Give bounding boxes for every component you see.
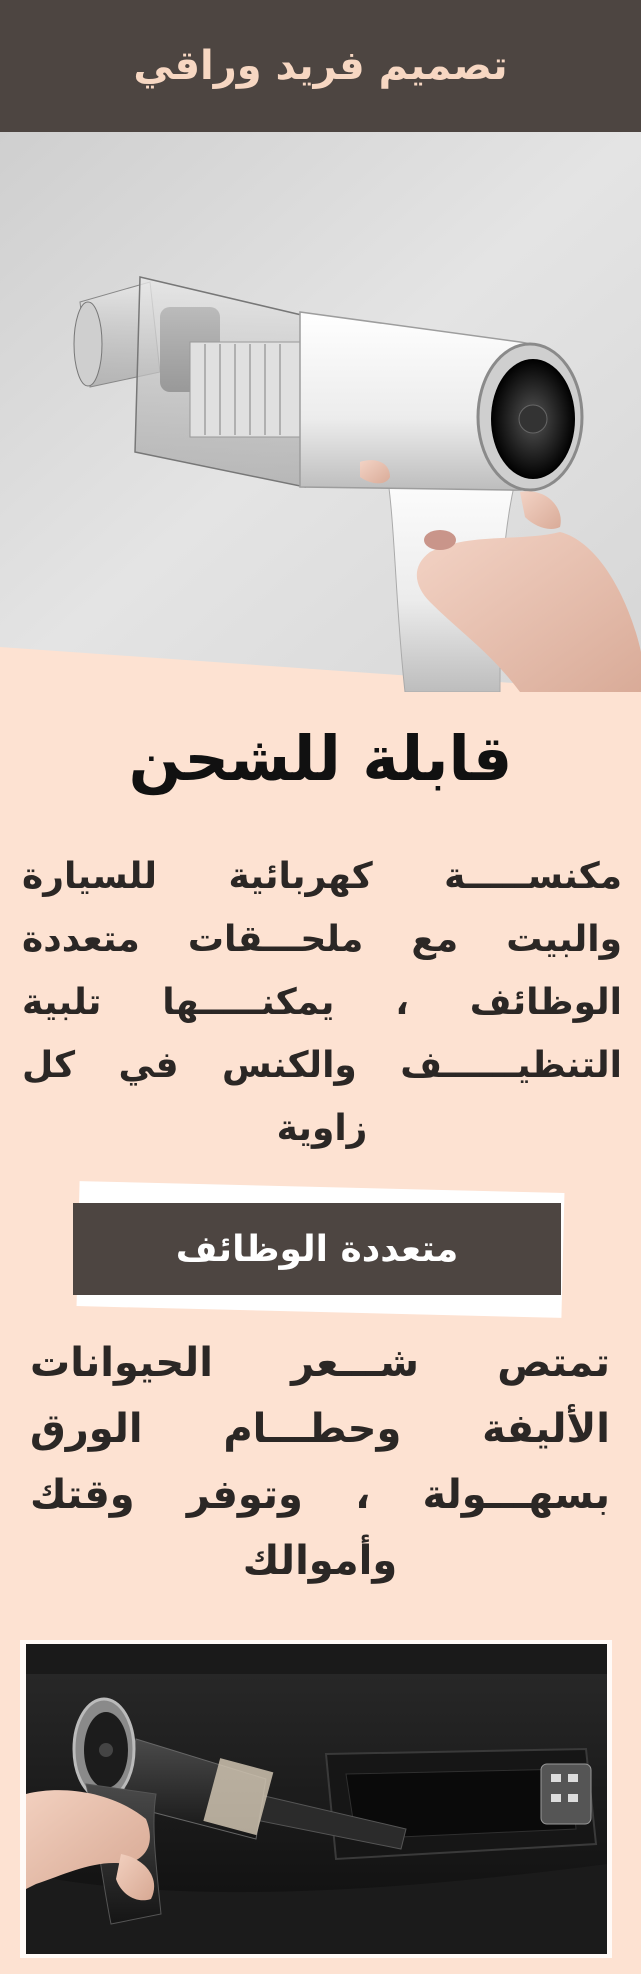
section-heading-rechargeable: قابلة للشحن bbox=[128, 722, 513, 795]
feature-banner-label: متعددة الوظائف bbox=[175, 1228, 459, 1270]
car-usage-photo bbox=[26, 1644, 607, 1954]
hero-product-image bbox=[0, 132, 641, 692]
features-description: تمتص شـــعر الحيوانات الأليفة وحطـــام ا… bbox=[30, 1340, 610, 1584]
top-banner-title: تصميم فريد وراقي bbox=[133, 43, 508, 89]
product-page: تصميم فريد وراقي قابلة للشحن مكنســـــة … bbox=[0, 0, 641, 1974]
car-door-vacuum-illustration bbox=[26, 1644, 607, 1954]
top-banner: تصميم فريد وراقي bbox=[0, 0, 641, 132]
section-description: مكنســـــة كهربائية للسيارة والبيت مع مل… bbox=[22, 856, 622, 1149]
feature-banner: متعددة الوظائف bbox=[73, 1203, 561, 1295]
vacuum-hero-illustration bbox=[0, 132, 641, 692]
